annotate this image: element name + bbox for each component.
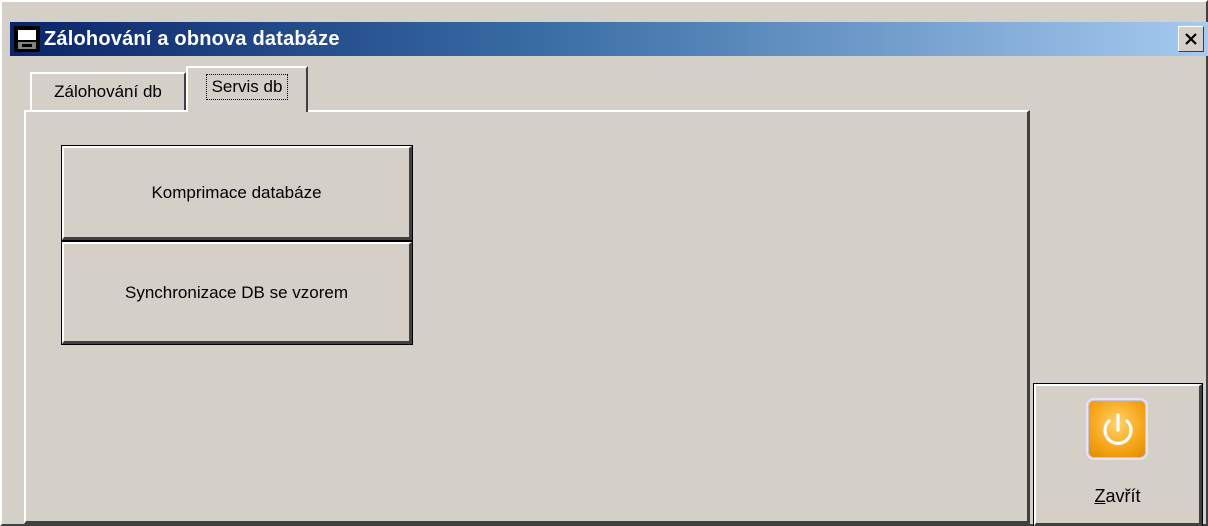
close-button[interactable]: Zavřít [1033, 383, 1203, 526]
button-label: Komprimace databáze [151, 182, 322, 202]
power-icon [1088, 400, 1146, 458]
close-button-label: Zavřít [1094, 486, 1141, 506]
window-title: Zálohování a obnova databáze [44, 27, 340, 50]
tab-servis-db[interactable]: Servis db [186, 66, 308, 112]
button-label: Synchronizace DB se vzorem [125, 282, 348, 302]
database-window-icon [14, 26, 40, 52]
dialog-window: Zálohování a obnova databáze Zálohování … [0, 0, 1208, 526]
tab-label: Servis db [205, 74, 289, 100]
compress-database-button[interactable]: Komprimace databáze [61, 145, 413, 241]
tab-zalohovani-db[interactable]: Zálohování db [30, 72, 186, 110]
tab-label: Zálohování db [54, 82, 162, 101]
title-close-button[interactable] [1178, 26, 1204, 52]
sync-db-template-button[interactable]: Synchronizace DB se vzorem [61, 241, 413, 345]
title-bar[interactable]: Zálohování a obnova databáze [10, 22, 1208, 56]
close-x-icon [1185, 33, 1197, 45]
